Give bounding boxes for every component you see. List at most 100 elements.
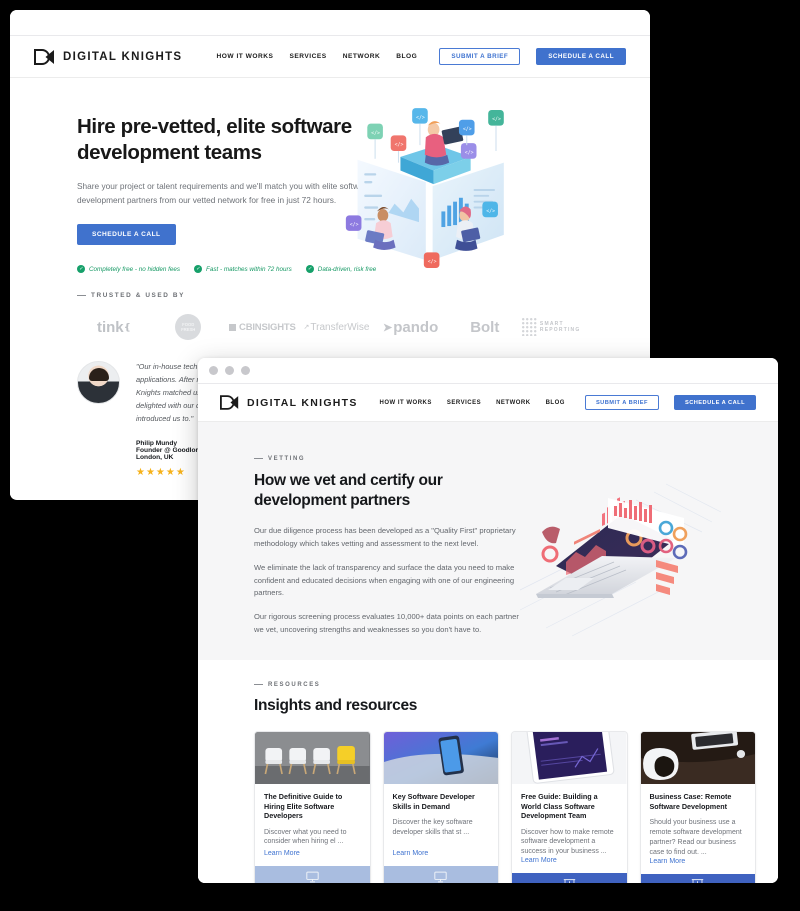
svg-text:</>: </> — [463, 127, 472, 133]
window-dot-minimize[interactable] — [225, 366, 234, 375]
vetting-eyebrow-label: VETTING — [268, 456, 306, 462]
logo-food-fresh: FOOD FRESH — [151, 314, 225, 340]
schedule-a-call-button-nav-2[interactable]: SCHEDULE A CALL — [673, 395, 756, 410]
resource-card[interactable]: Key Software Developer Skills in Demand … — [382, 731, 499, 883]
browser-window-front: DIGITAL KNIGHTS HOW IT WORKS SERVICES NE… — [198, 358, 778, 883]
card-learn-more-link[interactable]: Learn More — [264, 850, 361, 862]
logo-label: TransferWise — [310, 321, 370, 333]
brand-logo-2[interactable]: DIGITAL KNIGHTS — [220, 395, 358, 410]
nav-link-how-it-works-2[interactable]: HOW IT WORKS — [380, 400, 432, 406]
vetting-eyebrow: VETTING — [254, 456, 522, 462]
schedule-a-call-button-nav[interactable]: SCHEDULE A CALL — [536, 48, 626, 65]
logo-pando: ➤ pando — [383, 318, 439, 336]
svg-text:</>: </> — [395, 142, 404, 148]
white-chairs-yellow-chair-photo — [255, 732, 370, 784]
smartphone-keyboard-photo — [383, 732, 498, 784]
card-description: Should your business use a remote softwa… — [649, 819, 742, 856]
card-footer — [512, 873, 627, 883]
logo-cbinsights: CBINSIGHTS — [225, 322, 299, 333]
hero-section: Hire pre-vetted, elite software developm… — [10, 78, 650, 274]
avatar — [77, 361, 120, 404]
trusted-eyebrow-label: TRUSTED & USED BY — [91, 292, 185, 299]
card-body: Key Software Developer Skills in Demand … — [384, 784, 499, 866]
window-dot-close[interactable] — [209, 366, 218, 375]
resources-heading: Insights and resources — [254, 697, 418, 714]
vetting-paragraph: We eliminate the lack of transparency an… — [254, 562, 515, 598]
resource-card[interactable]: Free Guide: Building a World Class Softw… — [511, 731, 628, 883]
nav-link-how-it-works[interactable]: HOW IT WORKS — [217, 53, 274, 60]
svg-text:</>: </> — [428, 259, 437, 265]
logo-bolt: Bolt — [448, 319, 522, 336]
nav-link-services[interactable]: SERVICES — [289, 53, 326, 60]
trusted-eyebrow: TRUSTED & USED BY — [77, 292, 626, 299]
logo-transferwise: ↗ TransferWise — [303, 321, 370, 333]
card-learn-more-link[interactable]: Learn More — [393, 850, 490, 862]
nav-link-blog[interactable]: BLOG — [396, 53, 417, 60]
hero-illustration: </> </> </> </> </> </> </> </> </> — [344, 108, 626, 274]
vetting-section: VETTING How we vet and certify our devel… — [198, 422, 778, 660]
benefit-label: Completely free - no hidden fees — [89, 265, 181, 273]
logo-tink: tink ❴ — [96, 318, 132, 336]
monitor-icon — [434, 871, 447, 883]
screenshot-stage: DIGITAL KNIGHTS HOW IT WORKS SERVICES NE… — [0, 0, 800, 911]
brand-logo[interactable]: DIGITAL KNIGHTS — [34, 48, 183, 65]
landing-page-vetting: DIGITAL KNIGHTS HOW IT WORKS SERVICES NE… — [198, 384, 778, 883]
tablet-ebook-cover-photo — [512, 732, 627, 784]
isometric-laptop-analytics-illustration — [519, 483, 722, 637]
vetting-heading: How we vet and certify our development p… — [254, 472, 443, 510]
card-title: The Definitive Guide to Hiring Elite Sof… — [264, 792, 343, 820]
svg-text:</>: </> — [350, 222, 359, 228]
logo-label: CBINSIGHTS — [239, 321, 296, 333]
card-learn-more-link[interactable]: Learn More — [521, 857, 618, 869]
resource-cards: The Definitive Guide to Hiring Elite Sof… — [254, 731, 756, 883]
vetting-illustration — [519, 456, 758, 660]
card-title: Key Software Developer Skills in Demand — [392, 792, 475, 811]
svg-text:</>: </> — [486, 208, 495, 214]
nav-link-blog-2[interactable]: BLOG — [546, 400, 565, 406]
brand-name: DIGITAL KNIGHTS — [63, 50, 183, 63]
card-image-tablet — [512, 732, 627, 784]
nav-links: HOW IT WORKS SERVICES NETWORK BLOG SUBMI… — [217, 48, 626, 65]
monitor-icon — [306, 871, 319, 883]
site-navbar-2: DIGITAL KNIGHTS HOW IT WORKS SERVICES NE… — [198, 384, 778, 422]
logo-smart-reporting: SMART REPORTING — [521, 318, 596, 336]
card-description: Discover what you need to consider when … — [264, 828, 347, 846]
vetting-copy: VETTING How we vet and certify our devel… — [254, 456, 522, 660]
card-footer — [383, 866, 498, 883]
logo-label: pando — [393, 318, 439, 336]
eyebrow-dash — [77, 294, 86, 296]
resources-section: RESOURCES Insights and resources The Def… — [198, 660, 778, 883]
desk-laptop-mug-photo — [640, 732, 755, 784]
card-description: Discover the key software developer skil… — [392, 819, 473, 836]
window-titlebar-front — [198, 358, 778, 384]
nav-link-network[interactable]: NETWORK — [343, 53, 381, 60]
isometric-dev-team-illustration: </> </> </> </> </> </> </> </> </> — [345, 108, 504, 268]
resources-eyebrow: RESOURCES — [254, 682, 756, 688]
resource-card[interactable]: The Definitive Guide to Hiring Elite Sof… — [254, 731, 371, 883]
card-learn-more-link[interactable]: Learn More — [650, 858, 747, 870]
card-description: Discover how to make remote software dev… — [521, 828, 614, 856]
card-footer — [640, 873, 755, 883]
svg-text:</>: </> — [492, 117, 501, 123]
resources-eyebrow-label: RESOURCES — [268, 682, 321, 688]
window-dot-maximize[interactable] — [241, 366, 250, 375]
resource-card[interactable]: Business Case: Remote Software Developme… — [639, 731, 756, 883]
window-titlebar-back — [10, 10, 650, 36]
submit-a-brief-button-2[interactable]: SUBMIT A BRIEF — [584, 395, 659, 410]
nav-link-network-2[interactable]: NETWORK — [496, 400, 531, 406]
nav-link-services-2[interactable]: SERVICES — [447, 400, 481, 406]
svg-text:</>: </> — [416, 115, 425, 121]
logo-label: tink — [96, 318, 124, 336]
trusted-section: TRUSTED & USED BY tink ❴ FOOD FRESH CBINS… — [10, 274, 650, 343]
nav-links-2: HOW IT WORKS SERVICES NETWORK BLOG SUBMI… — [380, 395, 756, 410]
site-navbar: DIGITAL KNIGHTS HOW IT WORKS SERVICES NE… — [10, 36, 650, 78]
presentation-chart-icon — [563, 878, 575, 883]
schedule-a-call-button-hero[interactable]: SCHEDULE A CALL — [77, 224, 176, 246]
benefit-label: Fast - matches within 72 hours — [206, 265, 292, 273]
check-icon: ✓ — [194, 265, 203, 274]
submit-a-brief-button[interactable]: SUBMIT A BRIEF — [439, 48, 521, 65]
logo-label: Bolt — [470, 318, 500, 336]
logo-label: FOOD FRESH — [175, 314, 202, 340]
check-icon: ✓ — [77, 265, 85, 274]
eyebrow-dash — [254, 683, 263, 685]
